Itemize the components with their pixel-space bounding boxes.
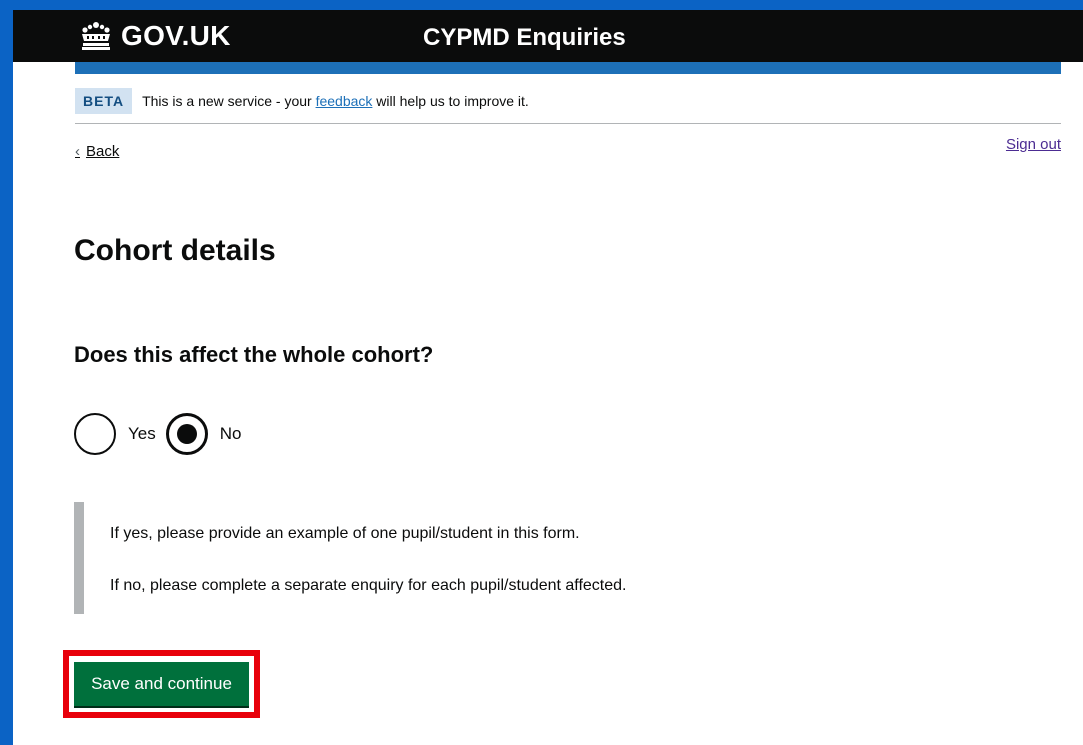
beta-tag: BETA <box>75 88 133 114</box>
inset-line-yes: If yes, please provide an example of one… <box>110 525 580 542</box>
cohort-radio-group: Yes No <box>74 413 251 455</box>
phase-banner-text: This is a new service - your feedback wi… <box>142 88 529 114</box>
crown-icon <box>82 22 110 50</box>
govuk-logo[interactable]: GOV.UK <box>79 20 231 52</box>
feedback-link[interactable]: feedback <box>316 93 373 109</box>
back-link-label: Back <box>86 143 120 160</box>
header-blue-bar <box>75 62 1061 74</box>
radio-yes-input[interactable] <box>74 413 116 455</box>
site-header: GOV.UK CYPMD Enquiries <box>13 10 1083 62</box>
radio-yes[interactable]: Yes <box>74 413 156 455</box>
radio-no-label[interactable]: No <box>220 424 242 444</box>
phase-banner: BETA This is a new service - your feedba… <box>75 88 1061 124</box>
service-name[interactable]: CYPMD Enquiries <box>423 24 626 52</box>
chevron-left-icon: ‹ <box>75 143 80 160</box>
frame-left <box>0 0 13 745</box>
logo-text: GOV.UK <box>121 20 231 51</box>
sign-out-link[interactable]: Sign out <box>1006 136 1061 153</box>
radio-yes-label[interactable]: Yes <box>128 424 156 444</box>
frame-top <box>0 0 1083 10</box>
question-heading: Does this affect the whole cohort? <box>74 342 434 367</box>
radio-no[interactable]: No <box>165 413 242 455</box>
page-title: Cohort details <box>74 234 276 267</box>
phase-text-before: This is a new service - your <box>142 93 316 109</box>
radio-no-input[interactable] <box>165 413 208 455</box>
inset-text: If yes, please provide an example of one… <box>74 502 774 614</box>
back-link[interactable]: ‹ Back <box>75 143 119 160</box>
inset-line-no: If no, please complete a separate enquir… <box>110 577 627 594</box>
save-and-continue-button[interactable]: Save and continue <box>74 662 249 706</box>
radio-selected-dot <box>176 424 197 444</box>
phase-text-after: will help us to improve it. <box>372 93 529 109</box>
